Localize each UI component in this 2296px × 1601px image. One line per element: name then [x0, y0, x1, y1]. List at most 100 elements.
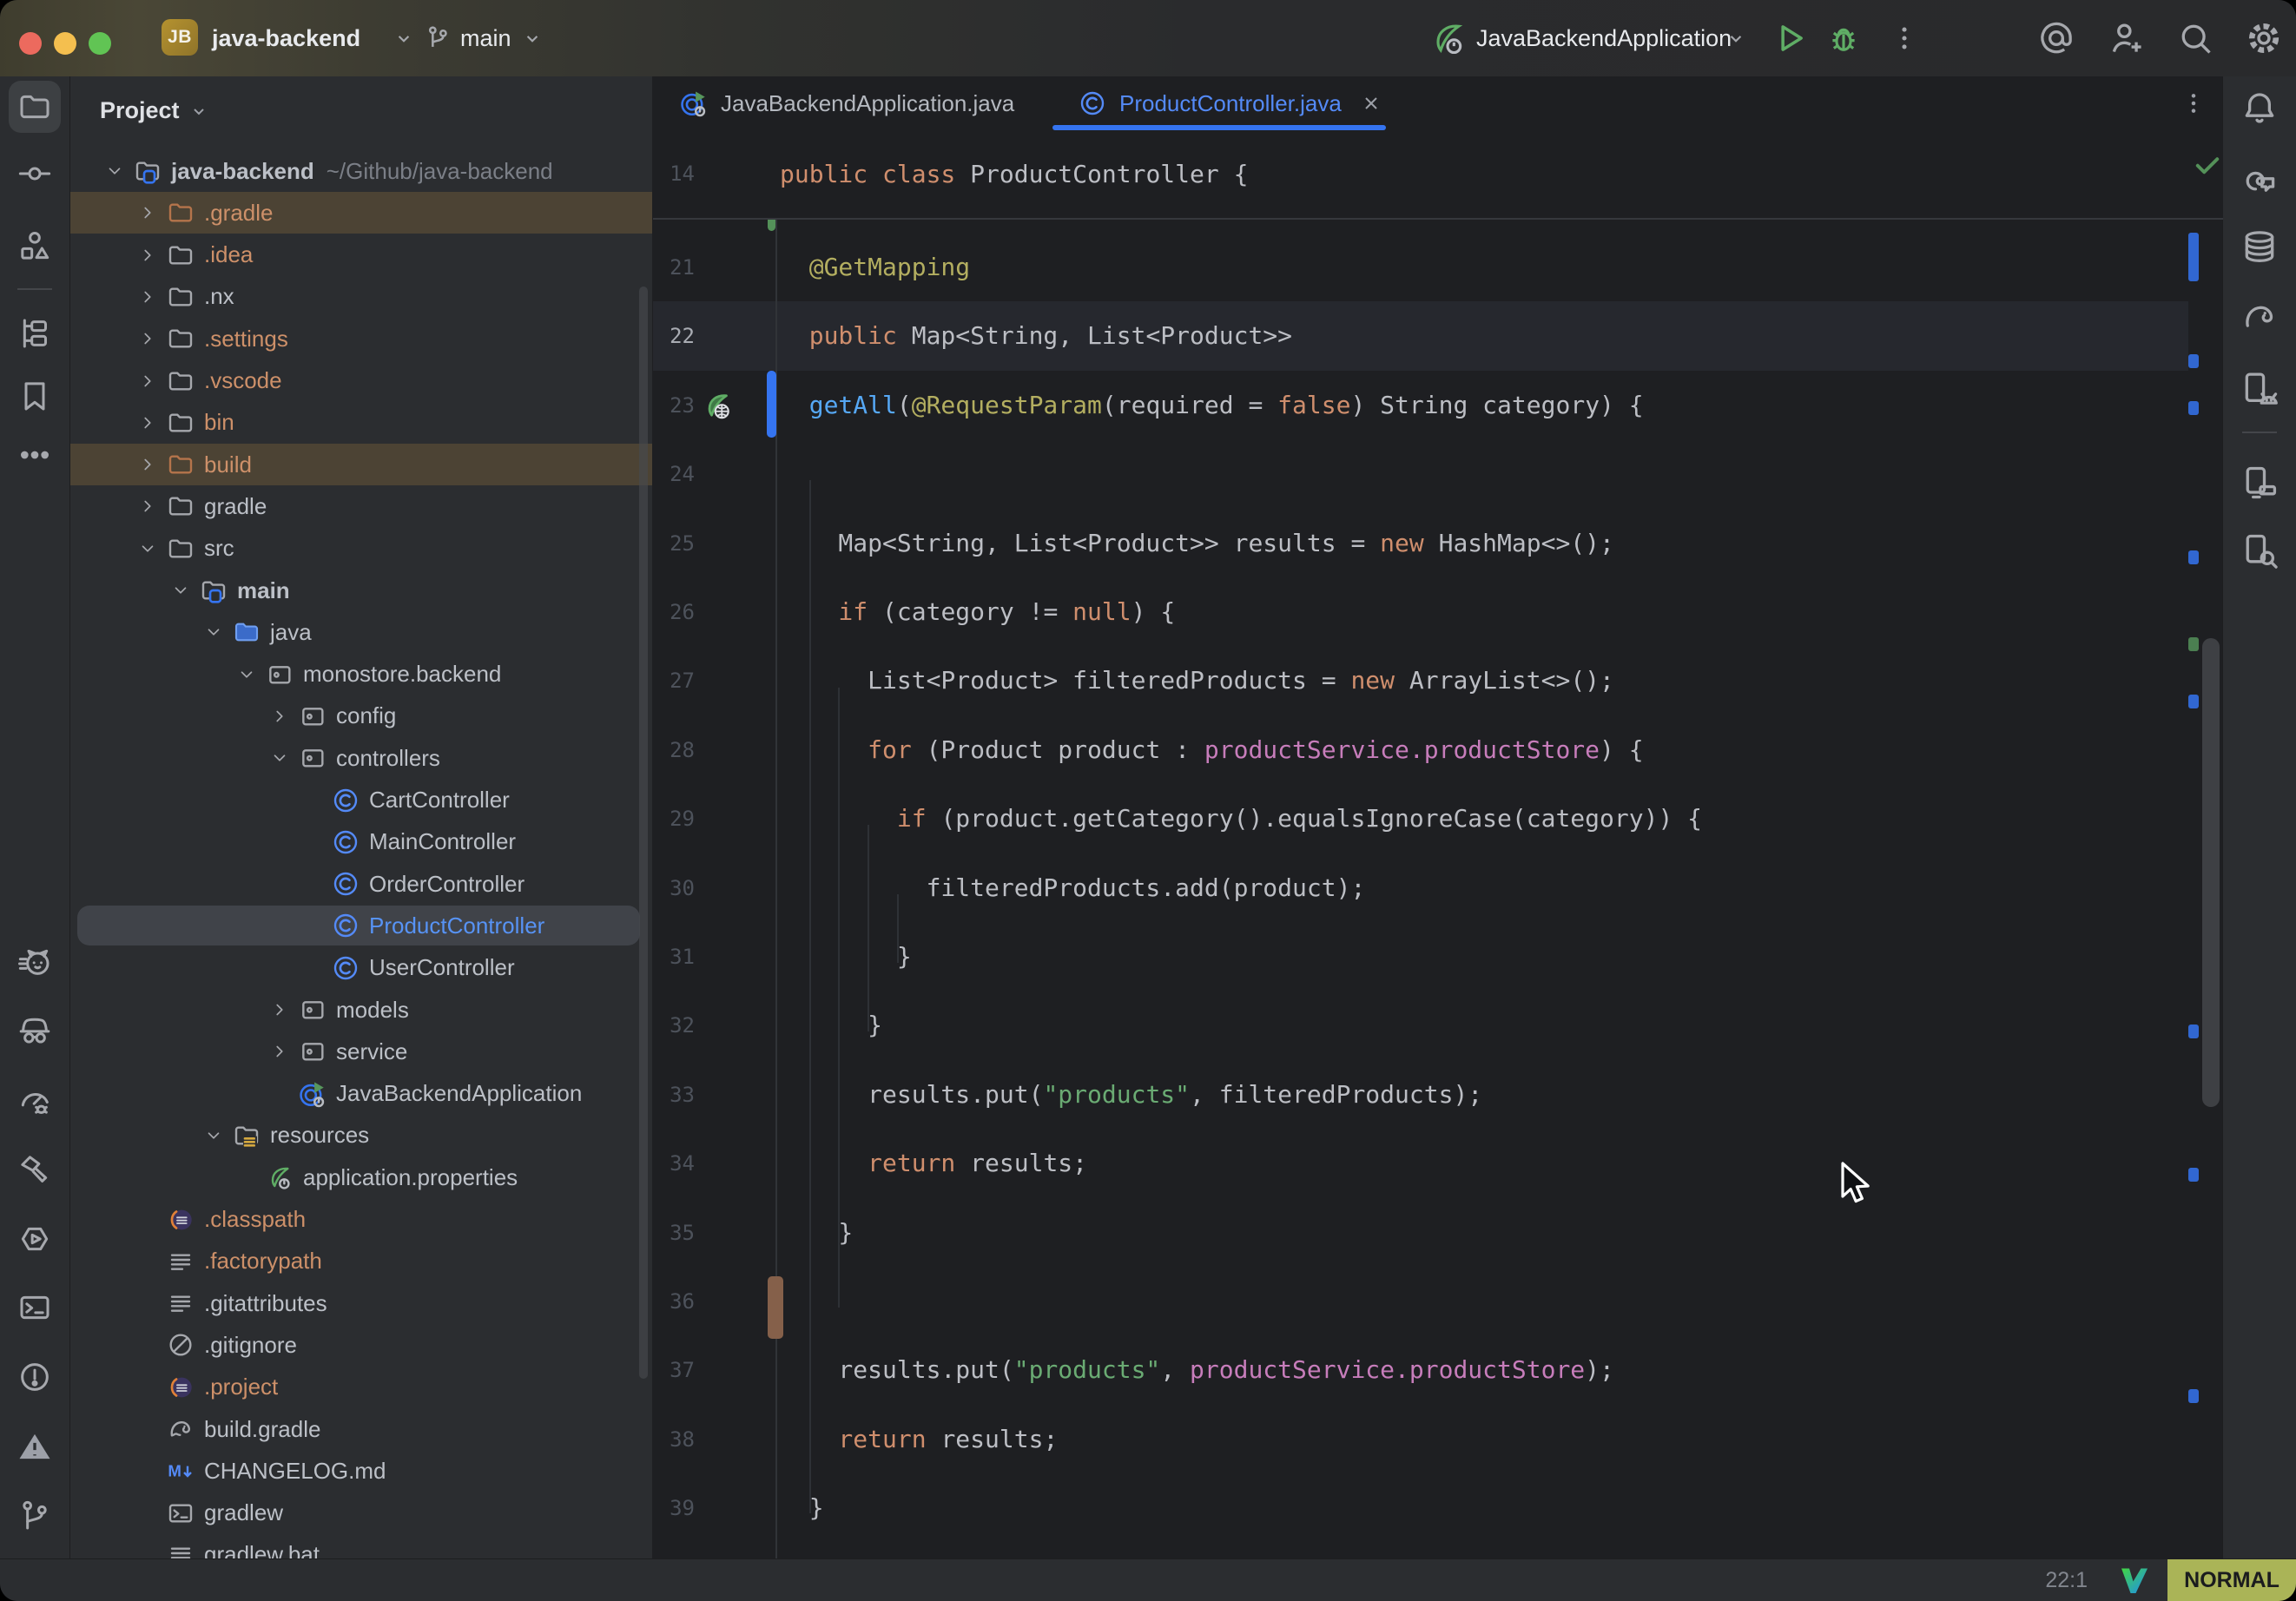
- more-dots-icon[interactable]: [17, 438, 52, 472]
- gutter-marker-modified[interactable]: [767, 371, 776, 438]
- code-editor[interactable]: 21 @GetMapping22 public Map<String, List…: [653, 130, 2223, 1559]
- warnings-triangle-icon[interactable]: [17, 1429, 52, 1464]
- chevron-collapsed-icon[interactable]: [136, 244, 159, 267]
- tree-item-.vscode[interactable]: .vscode: [70, 360, 652, 402]
- tree-item-.nx[interactable]: .nx: [70, 276, 652, 318]
- chevron-expanded-icon[interactable]: [136, 537, 159, 560]
- database-icon[interactable]: [2240, 227, 2279, 266]
- tree-item-ProductController[interactable]: ProductController: [70, 905, 652, 946]
- run-icon[interactable]: [1771, 20, 1808, 56]
- chevron-collapsed-icon[interactable]: [136, 453, 159, 476]
- close-window-button[interactable]: [19, 32, 42, 55]
- chevron-expanded-icon[interactable]: [103, 160, 126, 182]
- error-stripe-mark[interactable]: [2188, 233, 2199, 281]
- tree-item-CHANGELOG.md[interactable]: MCHANGELOG.md: [70, 1450, 652, 1492]
- minimize-window-button[interactable]: [54, 32, 76, 55]
- project-panel-header[interactable]: Project: [100, 97, 209, 124]
- tree-item-CartController[interactable]: CartController: [70, 780, 652, 821]
- more-kebab-icon[interactable]: [1890, 23, 1919, 53]
- branches-icon[interactable]: [17, 1498, 52, 1532]
- chevron-collapsed-icon[interactable]: [136, 286, 159, 308]
- tree-item-gradlew.bat[interactable]: gradlew.bat: [70, 1534, 652, 1559]
- tree-item-OrderController[interactable]: OrderController: [70, 863, 652, 905]
- incognito-icon[interactable]: [17, 1013, 52, 1048]
- ideavim-v-icon[interactable]: [2119, 1565, 2150, 1595]
- chevron-collapsed-icon[interactable]: [136, 201, 159, 224]
- tree-item-build.gradle[interactable]: build.gradle: [70, 1408, 652, 1450]
- project-selector[interactable]: java-backend: [212, 0, 360, 76]
- hierarchy-icon[interactable]: [17, 316, 52, 351]
- tree-item-gradle[interactable]: gradle: [70, 485, 652, 527]
- notifications-bell-icon[interactable]: [2240, 89, 2279, 127]
- build-hammer-icon[interactable]: [17, 1152, 52, 1187]
- error-stripe-mark[interactable]: [2188, 401, 2199, 415]
- chevron-expanded-icon[interactable]: [235, 663, 258, 686]
- tree-item-config[interactable]: config: [70, 695, 652, 737]
- error-stripe-mark[interactable]: [2188, 1389, 2199, 1403]
- tree-item-src[interactable]: src: [70, 528, 652, 570]
- search-icon[interactable]: [2176, 19, 2214, 57]
- tree-item-.idea[interactable]: .idea: [70, 234, 652, 276]
- branch-selector[interactable]: main: [460, 0, 511, 76]
- commit-icon[interactable]: [17, 156, 52, 191]
- chevron-expanded-icon[interactable]: [202, 621, 225, 643]
- problems-icon[interactable]: [17, 1360, 52, 1394]
- gradle-elephant-icon[interactable]: [2240, 298, 2279, 336]
- tree-item-.gradle[interactable]: .gradle: [70, 192, 652, 234]
- tab-ProductController.java[interactable]: ProductController.java: [1078, 76, 1382, 130]
- error-stripe-mark[interactable]: [2188, 550, 2199, 564]
- add-user-icon[interactable]: [2108, 19, 2147, 57]
- structure-shapes-icon[interactable]: [17, 228, 52, 263]
- terminal-icon[interactable]: [17, 1290, 52, 1325]
- chevron-collapsed-icon[interactable]: [136, 412, 159, 434]
- tree-item-main[interactable]: main: [70, 570, 652, 611]
- settings-gear-icon[interactable]: [2244, 18, 2284, 58]
- chevron-collapsed-icon[interactable]: [136, 327, 159, 350]
- tree-item-monostore.backend[interactable]: monostore.backend: [70, 654, 652, 695]
- spring-mapping-icon[interactable]: [702, 390, 733, 421]
- error-stripe-mark[interactable]: [2188, 354, 2199, 368]
- tree-item-.gitignore[interactable]: .gitignore: [70, 1324, 652, 1366]
- running-devices-icon[interactable]: [2240, 464, 2279, 502]
- editor-scrollbar-thumb[interactable]: [2202, 638, 2220, 1107]
- tree-item-controllers[interactable]: controllers: [70, 737, 652, 779]
- chevron-expanded-icon[interactable]: [268, 747, 291, 769]
- debug-icon[interactable]: [1825, 20, 1862, 56]
- chevron-collapsed-icon[interactable]: [268, 705, 291, 728]
- chevron-collapsed-icon[interactable]: [268, 998, 291, 1021]
- zoom-window-button[interactable]: [89, 32, 111, 55]
- tree-item-.factorypath[interactable]: .factorypath: [70, 1241, 652, 1282]
- tree-item-.settings[interactable]: .settings: [70, 318, 652, 359]
- close-tab-icon[interactable]: [1361, 93, 1382, 114]
- tree-item-.classpath[interactable]: .classpath: [70, 1199, 652, 1241]
- chevron-expanded-icon[interactable]: [169, 579, 192, 602]
- project-folder-icon[interactable]: [9, 81, 61, 133]
- tree-item-resources[interactable]: resources: [70, 1115, 652, 1156]
- tree-item-.project[interactable]: .project: [70, 1367, 652, 1408]
- tree-item-application.properties[interactable]: application.properties: [70, 1156, 652, 1198]
- tree-item-build[interactable]: build: [70, 444, 652, 485]
- chevron-collapsed-icon[interactable]: [136, 370, 159, 392]
- tree-item-java-backend[interactable]: java-backend~/Github/java-backend: [70, 150, 652, 192]
- tab-JavaBackendApplication.java[interactable]: JavaBackendApplication.java: [679, 76, 1014, 130]
- tree-item-.gitattributes[interactable]: .gitattributes: [70, 1282, 652, 1324]
- project-tree-scrollbar[interactable]: [639, 287, 648, 1379]
- tree-item-service[interactable]: service: [70, 1031, 652, 1072]
- error-stripe-mark[interactable]: [2188, 695, 2199, 708]
- device-search-icon[interactable]: [2240, 531, 2279, 570]
- chevron-collapsed-icon[interactable]: [268, 1040, 291, 1063]
- inspections-ok-check-icon[interactable]: [2192, 149, 2223, 181]
- caret-position-widget[interactable]: 22:1: [2045, 1559, 2088, 1601]
- gutter-marker-highlight[interactable]: [768, 1276, 783, 1339]
- chevron-collapsed-icon[interactable]: [136, 495, 159, 517]
- vim-mode-badge[interactable]: NORMAL: [2167, 1559, 2296, 1601]
- chevron-expanded-icon[interactable]: [202, 1124, 225, 1147]
- profiler-gauge-icon[interactable]: [17, 1083, 52, 1117]
- tab-options-kebab-icon[interactable]: [2180, 89, 2207, 117]
- device-android-icon[interactable]: [2240, 370, 2279, 408]
- tree-item-bin[interactable]: bin: [70, 402, 652, 444]
- ai-chat-icon[interactable]: [2240, 158, 2279, 196]
- error-stripe-mark[interactable]: [2188, 1168, 2199, 1182]
- run-configuration-selector[interactable]: JavaBackendApplication: [1476, 0, 1732, 76]
- tree-item-java[interactable]: java: [70, 611, 652, 653]
